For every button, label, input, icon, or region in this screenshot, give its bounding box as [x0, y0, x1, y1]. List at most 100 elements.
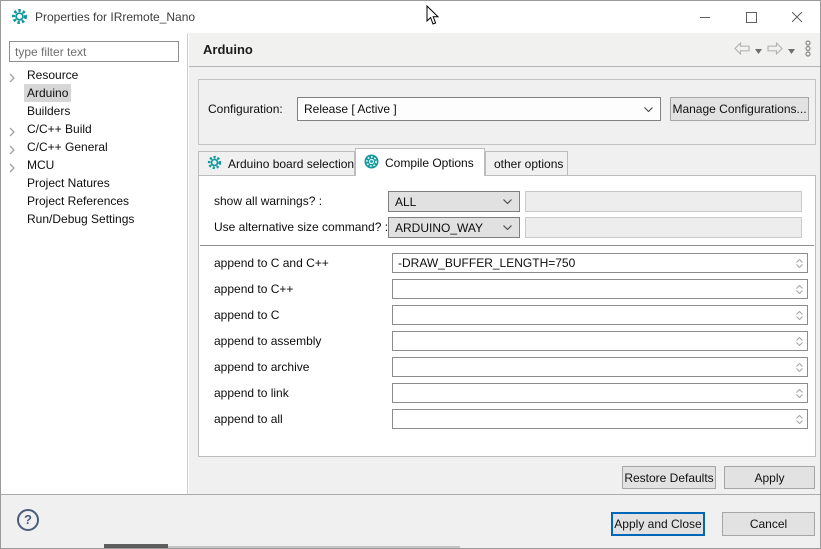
mouse-cursor — [426, 5, 442, 27]
sidebar-item-project-natures[interactable]: Project Natures — [1, 174, 187, 192]
spinner-icon[interactable] — [793, 332, 806, 350]
spinner-icon[interactable] — [793, 280, 806, 298]
sidebar-item-cpp-general[interactable]: C/C++ General — [1, 138, 187, 156]
configuration-combo[interactable]: Release [ Active ] — [297, 97, 661, 121]
maximize-icon — [746, 12, 757, 23]
compile-options-panel: show all warnings? : ALL Use alternative… — [198, 175, 816, 457]
title-bar[interactable]: Properties for IRremote_Nano — [1, 1, 820, 33]
apply-button[interactable]: Apply — [724, 466, 815, 489]
append-c-field — [392, 305, 808, 325]
background-window-fragment — [104, 544, 168, 548]
back-menu-caret-icon[interactable] — [755, 43, 762, 57]
sidebar-item-label: MCU — [27, 156, 54, 174]
tab-compile-options[interactable]: Compile Options — [355, 148, 485, 176]
sloeber-gear-icon — [11, 8, 28, 25]
background-window-fragment — [168, 546, 460, 548]
manage-configurations-button[interactable]: Manage Configurations... — [670, 97, 809, 121]
tab-label: other options — [494, 157, 563, 171]
append-c-cpp-field — [392, 253, 808, 273]
spinner-icon[interactable] — [793, 306, 806, 324]
tab-other-options[interactable]: other options — [485, 151, 568, 175]
configuration-combo-value: Release [ Active ] — [298, 102, 644, 116]
alt-size-command-disabled-field — [525, 217, 802, 238]
append-link-field — [392, 383, 808, 403]
append-cpp-field — [392, 279, 808, 299]
append-assembly-label: append to assembly — [214, 331, 321, 352]
sidebar-item-label: C/C++ General — [27, 138, 108, 156]
minimize-icon — [700, 12, 711, 23]
help-icon[interactable]: ? — [17, 509, 39, 531]
sidebar-item-label: Project Natures — [27, 174, 110, 192]
gear-filled-icon — [364, 154, 379, 172]
sidebar-item-label: C/C++ Build — [27, 120, 92, 138]
chevron-down-icon — [503, 199, 519, 204]
append-c-label: append to C — [214, 305, 279, 326]
show-warnings-value: ALL — [389, 195, 503, 209]
gear-icon — [207, 155, 222, 173]
property-page: Arduino Configuration: Release [ Active … — [189, 33, 820, 494]
spinner-icon[interactable] — [793, 384, 806, 402]
page-title: Arduino — [203, 33, 253, 67]
sidebar-item-resource[interactable]: Resource — [1, 66, 187, 84]
append-all-field — [392, 409, 808, 429]
chevron-down-icon — [644, 107, 660, 112]
sidebar: Resource Arduino Builders C/C++ Build C/… — [1, 33, 188, 494]
spinner-icon[interactable] — [793, 410, 806, 428]
append-c-input[interactable] — [393, 306, 793, 324]
back-icon[interactable] — [734, 42, 750, 58]
append-all-label: append to all — [214, 409, 283, 430]
tab-arduino-board-selection[interactable]: Arduino board selection — [198, 151, 355, 175]
append-assembly-input[interactable] — [393, 332, 793, 350]
sidebar-item-project-references[interactable]: Project References — [1, 192, 187, 210]
tab-label: Arduino board selection — [228, 157, 354, 171]
close-button[interactable] — [774, 1, 820, 33]
show-warnings-combo[interactable]: ALL — [388, 191, 520, 212]
tab-label: Compile Options — [385, 156, 474, 170]
alt-size-command-value: ARDUINO_WAY — [389, 221, 503, 235]
append-c-cpp-label: append to C and C++ — [214, 253, 329, 274]
close-icon — [792, 12, 803, 23]
append-archive-field — [392, 357, 808, 377]
spinner-icon[interactable] — [793, 358, 806, 376]
sidebar-item-cpp-build[interactable]: C/C++ Build — [1, 120, 187, 138]
page-header: Arduino — [189, 33, 820, 67]
append-c-cpp-input[interactable] — [393, 254, 793, 272]
section-separator — [200, 245, 814, 246]
forward-menu-caret-icon[interactable] — [788, 43, 795, 57]
append-cpp-input[interactable] — [393, 280, 793, 298]
apply-and-close-button[interactable]: Apply and Close — [611, 512, 705, 536]
configuration-label: Configuration: — [208, 97, 283, 121]
configuration-group: Configuration: Release [ Active ] Manage… — [198, 79, 816, 145]
property-tree: Resource Arduino Builders C/C++ Build C/… — [1, 66, 187, 228]
sidebar-item-arduino[interactable]: Arduino — [1, 84, 187, 102]
view-menu-icon[interactable] — [804, 40, 812, 60]
sidebar-item-mcu[interactable]: MCU — [1, 156, 187, 174]
sidebar-item-label: Builders — [27, 102, 70, 120]
sidebar-item-label: Arduino — [24, 84, 71, 102]
alt-size-command-combo[interactable]: ARDUINO_WAY — [388, 217, 520, 238]
page-navigation — [734, 33, 812, 67]
maximize-button[interactable] — [728, 1, 774, 33]
append-archive-input[interactable] — [393, 358, 793, 376]
append-archive-label: append to archive — [214, 357, 309, 378]
sidebar-item-builders[interactable]: Builders — [1, 102, 187, 120]
append-link-input[interactable] — [393, 384, 793, 402]
show-warnings-disabled-field — [525, 191, 802, 212]
restore-defaults-button[interactable]: Restore Defaults — [622, 466, 716, 489]
minimize-button[interactable] — [682, 1, 728, 33]
cancel-button[interactable]: Cancel — [722, 512, 815, 536]
window-title: Properties for IRremote_Nano — [35, 1, 195, 33]
sidebar-item-label: Run/Debug Settings — [27, 210, 134, 228]
sidebar-item-run-debug-settings[interactable]: Run/Debug Settings — [1, 210, 187, 228]
chevron-down-icon — [503, 225, 519, 230]
append-link-label: append to link — [214, 383, 289, 404]
dialog-button-bar: ? Apply and Close Cancel — [1, 494, 820, 548]
append-assembly-field — [392, 331, 808, 351]
append-cpp-label: append to C++ — [214, 279, 293, 300]
filter-input[interactable] — [9, 41, 179, 62]
forward-icon[interactable] — [767, 42, 783, 58]
spinner-icon[interactable] — [793, 254, 806, 272]
alt-size-command-label: Use alternative size command? : — [214, 217, 388, 238]
append-all-input[interactable] — [393, 410, 793, 428]
sidebar-item-label: Project References — [27, 192, 129, 210]
